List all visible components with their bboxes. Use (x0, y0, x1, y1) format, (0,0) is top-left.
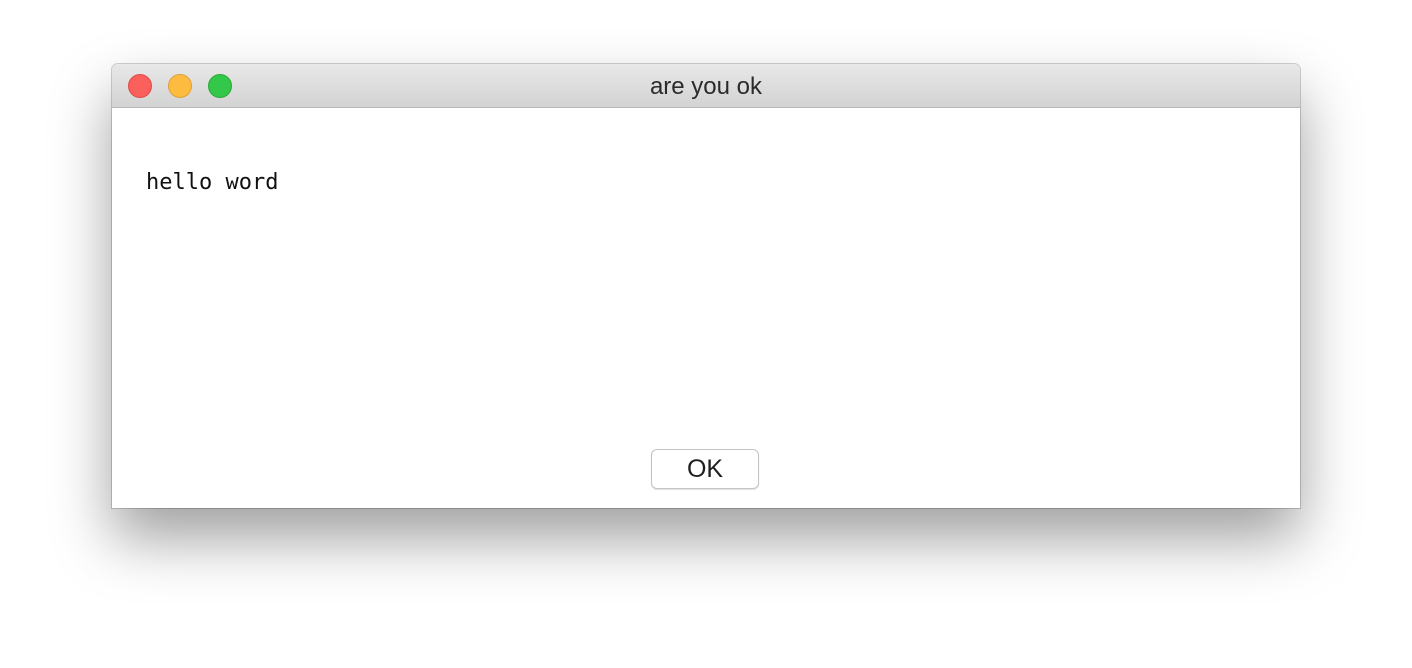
ok-button[interactable]: OK (651, 449, 759, 489)
dialog-window: are you ok hello word OK (112, 64, 1300, 508)
title-bar[interactable]: are you ok (112, 64, 1300, 108)
dialog-content: hello word OK (112, 108, 1300, 508)
dialog-message: hello word (146, 170, 279, 195)
window-title: are you ok (649, 73, 763, 100)
